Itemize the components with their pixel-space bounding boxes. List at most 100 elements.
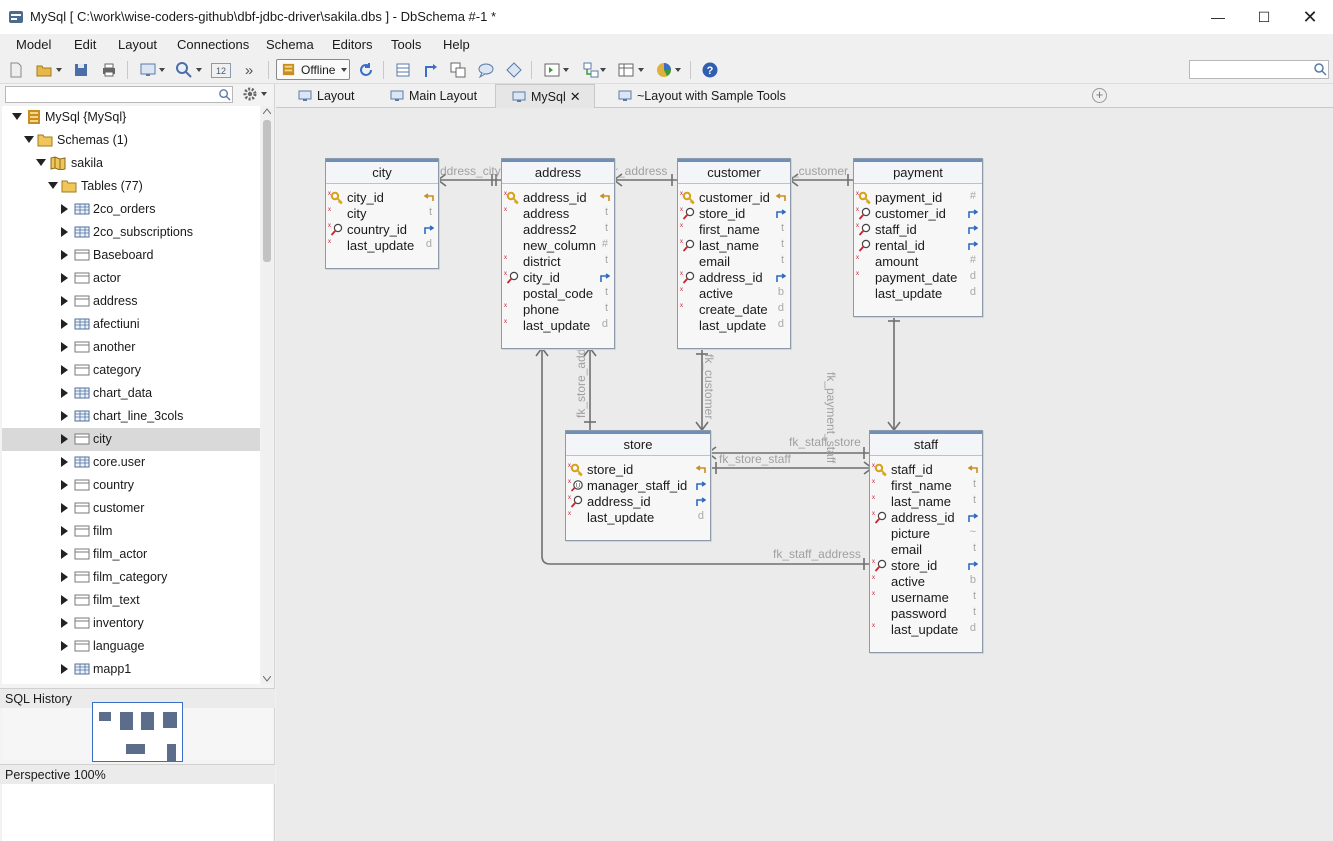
menu-edit[interactable]: Edit xyxy=(74,37,96,52)
tree-node-schema[interactable]: sakila xyxy=(2,152,260,175)
tree-item-chart-data[interactable]: chart_data xyxy=(2,382,260,405)
foreign-key-arrow-icon[interactable] xyxy=(600,272,610,282)
scroll-thumb[interactable] xyxy=(263,120,271,262)
expand-icon[interactable] xyxy=(61,618,68,628)
global-search-input[interactable] xyxy=(1189,60,1329,79)
entity-column[interactable]: ˣ last_name t xyxy=(870,493,982,510)
referenced-arrow-icon[interactable] xyxy=(776,192,786,202)
tree-scrollbar[interactable] xyxy=(261,106,273,684)
entity-column[interactable]: email t xyxy=(870,542,982,558)
entity-column[interactable]: ˣ address_id xyxy=(678,269,790,286)
relation-label[interactable]: r_address xyxy=(614,164,667,178)
entity-title[interactable]: staff xyxy=(870,431,982,456)
search-icon[interactable] xyxy=(1313,62,1327,76)
expand-icon[interactable] xyxy=(61,434,68,444)
expand-icon[interactable] xyxy=(61,480,68,490)
entity-payment[interactable]: payment ˣ payment_id # ˣ customer_id ˣ staff_id… xyxy=(853,158,983,317)
referenced-arrow-icon[interactable] xyxy=(696,464,706,474)
tree-item-2co-orders[interactable]: 2co_orders xyxy=(2,198,260,221)
entity-column[interactable]: ˣ address t xyxy=(502,205,614,222)
entity-title[interactable]: address xyxy=(502,159,614,184)
expand-icon[interactable] xyxy=(61,641,68,651)
expand-icon[interactable] xyxy=(61,457,68,467)
entity-column[interactable]: password t xyxy=(870,606,982,622)
query-builder-dropdown-icon[interactable] xyxy=(638,68,644,72)
tab-mysql[interactable]: MySql ✕ xyxy=(495,84,595,108)
entity-column[interactable]: ˣ staff_id xyxy=(854,221,982,238)
expand-icon[interactable] xyxy=(61,664,68,674)
entity-column[interactable]: ˣ payment_id # xyxy=(854,189,982,206)
new-file-icon[interactable] xyxy=(6,60,26,80)
relation-label[interactable]: _customer xyxy=(792,164,848,178)
tree-item-city[interactable]: city xyxy=(2,428,260,451)
tree-item-mapp1[interactable]: mapp1 xyxy=(2,658,260,681)
relation-label[interactable]: fk_staff_address xyxy=(773,547,861,561)
maximize-button[interactable]: ☐ xyxy=(1241,0,1287,34)
expand-icon[interactable] xyxy=(61,204,68,214)
entity-store[interactable]: store ˣ store_id ˣ Umanager_staff_id ˣ address… xyxy=(565,430,711,541)
create-fk-icon[interactable] xyxy=(421,60,441,80)
diagram-canvas[interactable]: ddress_city r_address _customer fk_payme… xyxy=(276,108,1333,841)
more-tools-icon[interactable]: » xyxy=(239,60,259,80)
entity-column[interactable]: ˣ last_update d xyxy=(870,621,982,638)
menu-editors[interactable]: Editors xyxy=(332,37,372,52)
entity-column[interactable]: ˣ last_update d xyxy=(502,317,614,334)
entity-column[interactable]: postal_code t xyxy=(502,286,614,302)
entity-column[interactable]: ˣ customer_id xyxy=(678,189,790,206)
expand-icon[interactable] xyxy=(61,227,68,237)
tree-item-chart-line-3cols[interactable]: chart_line_3cols xyxy=(2,405,260,428)
tab-layout-with-sample-tools[interactable]: ~Layout with Sample Tools xyxy=(618,84,786,108)
collapse-icon[interactable] xyxy=(48,182,58,189)
gear-dropdown-icon[interactable] xyxy=(261,92,267,96)
zoom-dropdown-icon[interactable] xyxy=(196,68,202,72)
entity-column[interactable]: ˣ address_id xyxy=(870,509,982,526)
tree-item-country[interactable]: country xyxy=(2,474,260,497)
menu-tools[interactable]: Tools xyxy=(391,37,421,52)
entity-column[interactable]: ˣ customer_id xyxy=(854,205,982,222)
entity-title[interactable]: city xyxy=(326,159,438,184)
tree-item-afectiuni[interactable]: afectiuni xyxy=(2,313,260,336)
entity-column[interactable]: ˣ last_name t xyxy=(678,237,790,254)
relational-data-dropdown-icon[interactable] xyxy=(600,68,606,72)
tree-node-root[interactable]: MySql {MySql} xyxy=(2,106,260,129)
close-button[interactable]: ✕ xyxy=(1287,0,1333,34)
entity-address[interactable]: address ˣ address_id ˣ address t address2 t new_… xyxy=(501,158,615,349)
menu-connections[interactable]: Connections xyxy=(177,37,249,52)
expand-icon[interactable] xyxy=(61,250,68,260)
entity-column[interactable]: ˣ address_id xyxy=(502,189,614,206)
entity-column[interactable]: ˣ active b xyxy=(678,285,790,302)
entity-column[interactable]: ˣ store_id xyxy=(566,461,710,478)
entity-column[interactable]: ˣ first_name t xyxy=(870,477,982,494)
create-table-icon[interactable] xyxy=(393,60,413,80)
collapse-icon[interactable] xyxy=(12,113,22,120)
entity-city[interactable]: city ˣ city_id ˣ city t ˣ country_id ˣ last_updat… xyxy=(325,158,439,269)
gear-icon[interactable] xyxy=(242,86,258,102)
perspective-header[interactable]: Perspective 100% xyxy=(0,764,275,784)
expand-icon[interactable] xyxy=(61,296,68,306)
relation-label[interactable]: ddress_city xyxy=(440,164,501,178)
entity-staff[interactable]: staff ˣ staff_id ˣ first_name t ˣ last_name t ˣ ad… xyxy=(869,430,983,653)
create-group-icon[interactable] xyxy=(448,60,468,80)
entity-column[interactable]: ˣ first_name t xyxy=(678,221,790,238)
minimize-button[interactable]: — xyxy=(1195,0,1241,34)
entity-column[interactable]: ˣ district t xyxy=(502,253,614,270)
sql-editor-icon[interactable] xyxy=(542,60,562,80)
tree-item-film-category[interactable]: film_category xyxy=(2,566,260,589)
expand-icon[interactable] xyxy=(61,319,68,329)
tree-item-actor[interactable]: actor xyxy=(2,267,260,290)
entity-column[interactable]: email t xyxy=(678,254,790,270)
collapse-icon[interactable] xyxy=(36,159,46,166)
relation-label[interactable]: fk_staff_store xyxy=(789,435,861,449)
entity-column[interactable]: picture ~ xyxy=(870,526,982,542)
entity-column[interactable]: ˣ city_id xyxy=(326,189,438,206)
expand-icon[interactable] xyxy=(61,503,68,513)
entity-column[interactable]: ˣ username t xyxy=(870,589,982,606)
entity-title[interactable]: payment xyxy=(854,159,982,184)
tree-item-inventory[interactable]: inventory xyxy=(2,612,260,635)
entity-column[interactable]: new_column # xyxy=(502,238,614,254)
entity-column[interactable]: ˣ store_id xyxy=(678,205,790,222)
expand-icon[interactable] xyxy=(61,549,68,559)
foreign-key-arrow-icon[interactable] xyxy=(968,512,978,522)
scroll-up-icon[interactable] xyxy=(263,108,271,114)
foreign-key-arrow-icon[interactable] xyxy=(776,208,786,218)
